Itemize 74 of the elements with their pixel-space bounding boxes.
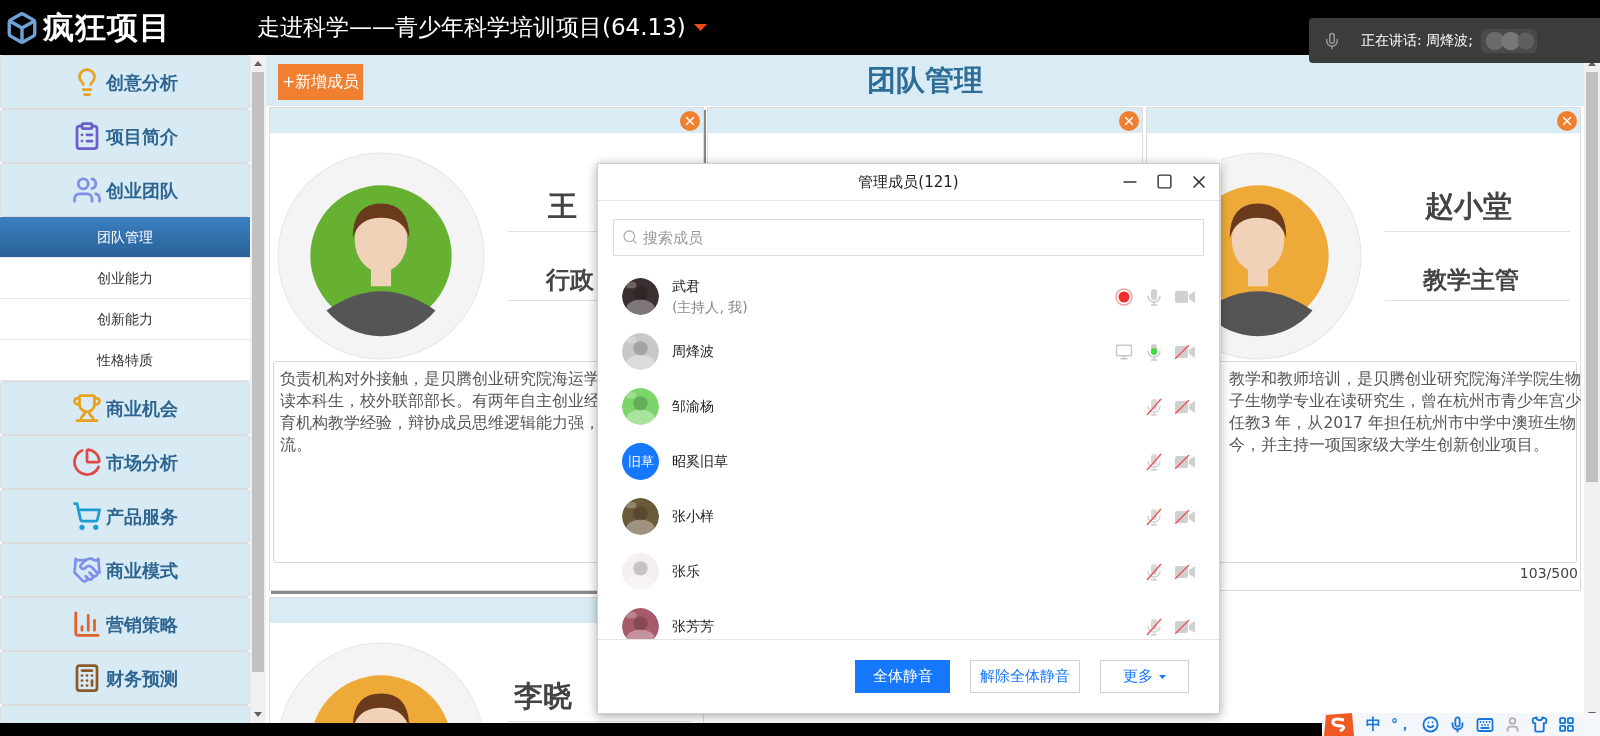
member-role: 教学主管 — [1384, 261, 1570, 301]
category-icon — [72, 447, 102, 477]
category-icon — [72, 175, 102, 205]
search-icon — [622, 229, 638, 245]
avatar-initials: 旧草 — [622, 443, 659, 480]
caret-icon — [693, 24, 707, 31]
sidebar-item[interactable]: 产品服务 — [0, 489, 250, 543]
project-selector[interactable]: 走进科学——青少年科学培训项目(64.13) — [257, 10, 707, 45]
close-button[interactable] — [1118, 111, 1139, 131]
record-icon[interactable] — [1115, 287, 1133, 306]
muted-camera-icon[interactable] — [1175, 399, 1195, 414]
muted-camera-icon[interactable] — [1175, 344, 1195, 359]
category-icon — [72, 609, 102, 639]
microphone-icon — [1323, 31, 1341, 50]
category-icon — [72, 501, 102, 531]
ime-logo-icon[interactable] — [1322, 713, 1356, 736]
search-field[interactable]: 搜索成员 — [613, 219, 1204, 256]
character-counter: 103/500 — [1519, 564, 1579, 583]
sidebar-item[interactable]: 财务预测 — [0, 651, 250, 705]
category-icon — [72, 555, 102, 585]
unmute-all-button[interactable]: 解除全体静音 — [970, 660, 1080, 693]
muted-camera-icon[interactable] — [1175, 619, 1195, 634]
page-title: 团队管理 — [867, 61, 983, 99]
shirt-icon[interactable] — [1531, 716, 1548, 733]
description-line: 今，并主持一项国家级大学生创新创业项目。 — [1228, 435, 1549, 456]
sidebar-item[interactable]: 项目简介 — [0, 109, 250, 163]
description-line: 育机构教学经验，辩协成员思维逻辑能力强， — [280, 413, 600, 434]
muted-camera-icon[interactable] — [1175, 454, 1195, 469]
sidebar-item[interactable]: 营销策略 — [0, 597, 250, 651]
muted-camera-icon[interactable] — [1175, 564, 1195, 579]
close-button[interactable] — [1557, 111, 1577, 131]
member-name: 赵小堂 — [1384, 185, 1570, 232]
logo-icon — [5, 10, 39, 45]
input-mode[interactable]: 中 — [1366, 713, 1381, 736]
microphone-icon[interactable] — [1145, 342, 1163, 361]
caret-icon — [1159, 674, 1166, 679]
grid-icon[interactable] — [1558, 716, 1575, 733]
muted-microphone-icon[interactable] — [1145, 562, 1163, 581]
sidebar-subitem[interactable]: 团队管理 — [0, 217, 250, 258]
member-row[interactable]: 张芳芳 — [598, 599, 1219, 639]
sidebar-item[interactable]: 创意分析 — [0, 55, 250, 109]
close-icon — [1560, 114, 1574, 128]
dialog-title: 管理成员(121) — [858, 171, 959, 193]
muted-microphone-icon[interactable] — [1145, 452, 1163, 471]
user-icon[interactable] — [1504, 716, 1521, 733]
add-member-button[interactable]: +新增成员 — [278, 64, 364, 100]
keyboard-icon[interactable] — [1476, 715, 1494, 734]
muted-microphone-icon[interactable] — [1145, 397, 1163, 416]
more-button[interactable]: 更多 — [1100, 660, 1189, 693]
scroll-down-icon[interactable] — [254, 712, 262, 717]
muted-microphone-icon[interactable] — [1145, 507, 1163, 526]
emoji-icon[interactable] — [1422, 716, 1439, 733]
category-icon — [72, 393, 102, 423]
member-name: 张芳芳 — [672, 617, 714, 636]
maximize-icon[interactable] — [1156, 173, 1173, 190]
sidebar-item[interactable]: 商业机会 — [0, 381, 250, 435]
description-line: 任教3 年，从2017 年担任杭州市中学中澳班生物 — [1228, 413, 1576, 434]
member-name: 周烽波 — [672, 342, 714, 361]
muted-microphone-icon[interactable] — [1145, 617, 1163, 636]
sidebar-item[interactable]: 创业团队 — [0, 163, 250, 217]
muted-camera-icon[interactable] — [1175, 509, 1195, 524]
punctuation-mode[interactable]: °， — [1391, 714, 1412, 735]
microphone-icon[interactable] — [1449, 716, 1466, 733]
sidebar-item[interactable]: 市场分析 — [0, 435, 250, 489]
scroll-thumb[interactable] — [252, 72, 264, 672]
mute-all-button[interactable]: 全体静音 — [855, 660, 950, 693]
app-logo: 疯狂项目 — [43, 8, 171, 48]
scrollbar[interactable] — [250, 55, 266, 723]
member-name: 张乐 — [672, 562, 700, 581]
scroll-thumb[interactable] — [1586, 72, 1598, 482]
description-line: 流。 — [280, 435, 312, 456]
sidebar-item[interactable]: 商业模式 — [0, 543, 250, 597]
close-button[interactable] — [680, 111, 701, 131]
speaking-text: 正在讲话: 周烽波; — [1361, 31, 1473, 50]
